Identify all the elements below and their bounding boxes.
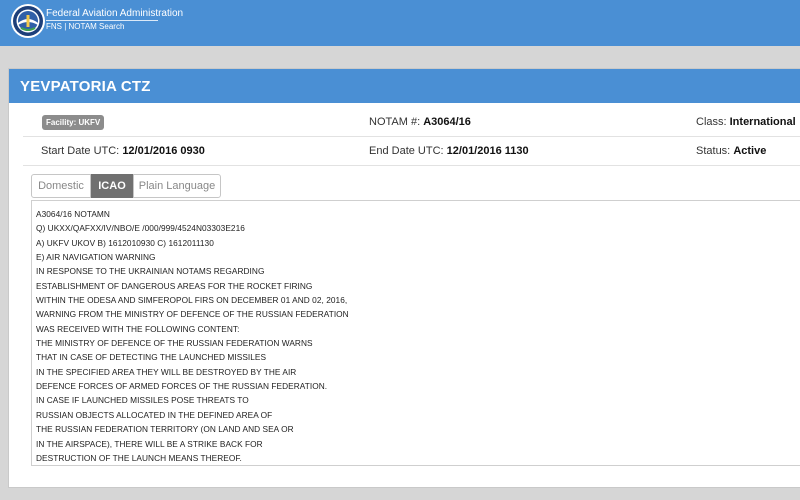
notam-dates-row: Start Date UTC: 12/01/2016 0930 End Date… (23, 138, 800, 166)
notam-class: Class: International (696, 116, 796, 128)
faa-seal-icon[interactable] (10, 3, 46, 39)
notam-text-line: WAS RECEIVED WITH THE FOLLOWING CONTENT: (36, 323, 240, 334)
top-navigation-bar: Federal Aviation Administration FNS | NO… (0, 0, 800, 46)
notam-number-value: A3064/16 (423, 116, 471, 128)
facility-badge: Facility: UKFV (42, 115, 105, 130)
notam-status: Status: Active (696, 145, 766, 157)
notam-text: A3064/16 NOTAMN Q) UKXX/QAFXX/IV/NBO/E /0… (36, 207, 349, 465)
header-spacer (0, 46, 800, 66)
notam-text-line: RUSSIAN OBJECTS ALLOCATED IN THE DEFINED… (36, 409, 273, 420)
notam-text-panel: A3064/16 NOTAMN Q) UKXX/QAFXX/IV/NBO/E /0… (31, 200, 800, 466)
facility-value: UKFV (78, 118, 101, 127)
notam-text-line: IN THE SPECIFIED AREA THEY WILL BE DESTR… (36, 366, 297, 377)
notam-text-line: WARNING FROM THE MINISTRY OF DEFENCE OF … (36, 309, 349, 320)
notam-text-line: A3064/16 NOTAMN (36, 209, 110, 219)
facility-label: Facility: (46, 118, 77, 127)
notam-summary-row: Facility: UKFV NOTAM #: A3064/16 Class: … (23, 109, 800, 137)
class-value: International (729, 116, 796, 128)
class-label: Class: (696, 116, 727, 128)
tab-plain-language[interactable]: Plain Language (133, 174, 221, 198)
notam-number: NOTAM #: A3064/16 (369, 116, 471, 128)
brand-block[interactable]: Federal Aviation Administration FNS | NO… (46, 8, 184, 32)
notam-text-line: THAT IN CASE OF DETECTING THE LAUNCHED M… (36, 352, 267, 363)
start-date-label: Start Date UTC: (41, 145, 120, 157)
notam-text-line: IN RESPONSE TO THE UKRAINIAN NOTAMS REGA… (36, 266, 265, 277)
notam-text-line: E) AIR NAVIGATION WARNING (36, 252, 156, 263)
notam-text-line: THE RUSSIAN FEDERATION TERRITORY (ON LAN… (36, 424, 294, 435)
start-date-value: 12/01/2016 0930 (122, 145, 205, 157)
notam-text-line: A) UKFV UKOV B) 1612010930 C) 1612011130 (36, 237, 214, 248)
notam-text-line: Q) UKXX/QAFXX/IV/NBO/E /000/999/4524N033… (36, 223, 245, 234)
notam-card-header: YEVPATORIA CTZ (9, 69, 800, 103)
start-date: Start Date UTC: 12/01/2016 0930 (41, 145, 205, 157)
notam-text-line: DEFENCE FORCES OF ARMED FORCES OF THE RU… (36, 381, 328, 392)
end-date-value: 12/01/2016 1130 (446, 145, 529, 157)
end-date: End Date UTC: 12/01/2016 1130 (369, 145, 529, 157)
notam-text-line: ESTABLISHMENT OF DANGEROUS AREAS FOR THE… (36, 280, 313, 291)
notam-text-line: IN THE AIRSPACE), THERE WILL BE A STRIKE… (36, 438, 263, 449)
tab-domestic[interactable]: Domestic (31, 174, 91, 198)
status-value: Active (733, 145, 767, 157)
notam-number-label: NOTAM #: (369, 116, 421, 128)
notam-text-line: WITHIN THE ODESA AND SIMFEROPOL FIRS ON … (36, 295, 348, 306)
tab-icao[interactable]: ICAO (91, 174, 133, 198)
notam-text-line: IN CASE IF LAUNCHED MISSILES POSE THREAT… (36, 395, 249, 406)
app-name: FNS | NOTAM Search (46, 22, 125, 31)
notam-card: YEVPATORIA CTZ Facility: UKFV NOTAM #: A… (8, 68, 800, 488)
notam-text-line: THE MINISTRY OF DEFENCE OF THE RUSSIAN F… (36, 338, 313, 349)
org-name: Federal Aviation Administration (46, 8, 184, 21)
end-date-label: End Date UTC: (369, 145, 444, 157)
status-label: Status: (696, 145, 731, 157)
page-title: YEVPATORIA CTZ (20, 78, 151, 95)
notam-text-line: DESTRUCTION OF THE LAUNCH MEANS THEREOF. (36, 452, 242, 463)
